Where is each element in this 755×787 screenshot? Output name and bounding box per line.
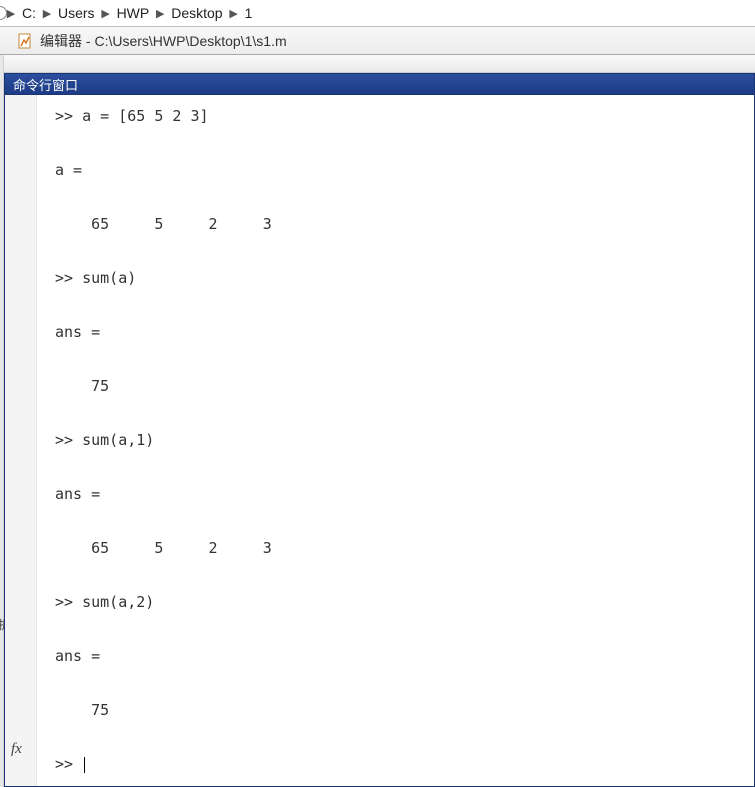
console-blank-line — [55, 197, 744, 215]
breadcrumb-item[interactable]: Desktop — [167, 5, 226, 21]
editor-tab-bar: 编辑器 - C:\Users\HWP\Desktop\1\s1.m — [0, 27, 755, 55]
console-line: >> — [55, 755, 744, 775]
console-line: >> sum(a,1) — [55, 431, 744, 451]
chevron-right-icon[interactable]: ▶ — [153, 7, 167, 20]
breadcrumb-item[interactable]: C: — [18, 5, 40, 21]
console-blank-line — [55, 251, 744, 269]
chevron-right-icon[interactable]: ▶ — [40, 7, 54, 20]
console-blank-line — [55, 305, 744, 323]
console-blank-line — [55, 575, 744, 593]
chevron-right-icon[interactable]: ▶ — [227, 7, 241, 20]
console-blank-line — [55, 413, 744, 431]
console-line: 65 5 2 3 — [55, 215, 744, 235]
console-line: ans = — [55, 485, 744, 505]
console-blank-line — [55, 737, 744, 755]
console-line: 65 5 2 3 — [55, 539, 744, 559]
console-blank-line — [55, 359, 744, 377]
console-line: 75 — [55, 701, 744, 721]
command-console[interactable]: >> a = [65 5 2 3] a = 65 5 2 3 >> sum(a) an… — [37, 95, 754, 786]
text-cursor — [84, 757, 85, 773]
console-blank-line — [55, 629, 744, 647]
console-line: >> sum(a,2) — [55, 593, 744, 613]
fx-icon[interactable]: fx — [11, 741, 22, 758]
console-line: ans = — [55, 323, 744, 343]
console-blank-line — [55, 683, 744, 701]
editor-title: 编辑器 - C:\Users\HWP\Desktop\1\s1.m — [40, 31, 287, 51]
chevron-right-icon[interactable]: ▶ — [99, 7, 113, 20]
console-gutter: fx — [5, 95, 37, 786]
breadcrumb-item[interactable]: 1 — [241, 5, 257, 21]
breadcrumb-item[interactable]: HWP — [113, 5, 154, 21]
editor-file-icon — [16, 32, 34, 50]
console-line: a = — [55, 161, 744, 181]
console-blank-line — [55, 143, 744, 161]
console-line: >> a = [65 5 2 3] — [55, 107, 744, 127]
console-blank-line — [55, 467, 744, 485]
console-blank-line — [55, 521, 744, 539]
panel-titlebar[interactable]: 命令行窗口 — [4, 73, 755, 95]
panel-body: fx >> a = [65 5 2 3] a = 65 5 2 3 >> sum(a… — [4, 95, 755, 787]
console-line: ans = — [55, 647, 744, 667]
breadcrumb-item[interactable]: Users — [54, 5, 99, 21]
panel-title: 命令行窗口 — [13, 75, 78, 94]
tab-shelf — [0, 55, 755, 73]
command-window-panel: 命令行窗口 fx >> a = [65 5 2 3]a = 65 5 2 3>>… — [4, 73, 755, 787]
breadcrumb: ▶ C: ▶ Users ▶ HWP ▶ Desktop ▶ 1 — [0, 0, 755, 27]
console-line: >> sum(a) — [55, 269, 744, 289]
console-line: 75 — [55, 377, 744, 397]
